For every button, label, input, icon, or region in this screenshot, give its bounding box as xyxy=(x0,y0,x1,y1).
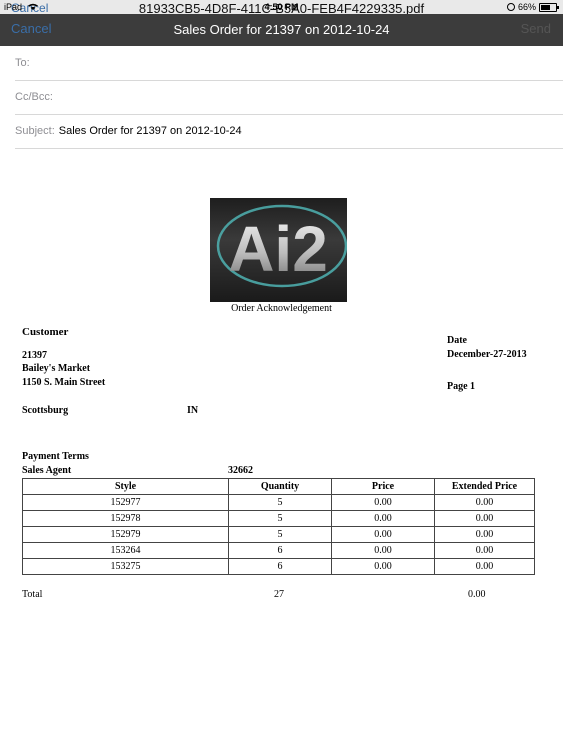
table-row: 153264 6 0.00 0.00 xyxy=(22,542,535,559)
cell-price: 0.00 xyxy=(331,526,435,543)
cell-price: 0.00 xyxy=(331,510,435,527)
cell-quantity: 5 xyxy=(228,526,332,543)
customer-city: Scottsburg xyxy=(22,405,69,416)
customer-id: 21397 xyxy=(22,350,47,361)
sales-agent-value: 32662 xyxy=(228,465,253,476)
cell-extended-price: 0.00 xyxy=(434,558,535,575)
battery-fill xyxy=(541,4,551,10)
battery-icon xyxy=(539,2,559,12)
cell-style: 152977 xyxy=(22,494,229,511)
cell-quantity: 5 xyxy=(228,510,332,527)
cell-price: 0.00 xyxy=(331,542,435,559)
customer-name: Bailey's Market xyxy=(22,363,91,374)
cell-style: 152978 xyxy=(22,510,229,527)
customer-state: IN xyxy=(187,405,199,416)
date-value: December-27-2013 xyxy=(447,349,527,360)
cell-quantity: 5 xyxy=(228,494,332,511)
cell-extended-price: 0.00 xyxy=(434,526,535,543)
customer-address: 1150 S. Main Street xyxy=(22,377,106,388)
total-price: 0.00 xyxy=(468,589,486,600)
table-header-row: Style Quantity Price Extended Price xyxy=(22,478,535,495)
cell-quantity: 6 xyxy=(228,542,332,559)
payment-terms-label: Payment Terms xyxy=(22,451,89,462)
document-heading: Order Acknowledgement xyxy=(231,303,332,314)
customer-label: Customer xyxy=(22,326,69,338)
cell-price: 0.00 xyxy=(331,558,435,575)
table-row: 152979 5 0.00 0.00 xyxy=(22,526,535,543)
header-extended-price: Extended Price xyxy=(434,478,535,495)
battery-percent: 66% xyxy=(517,2,536,12)
status-bar: iPad 4:50 PM 66% xyxy=(0,0,563,14)
table-row: 153275 6 0.00 0.00 xyxy=(22,558,535,575)
logo-graphic: Ai2 xyxy=(216,204,347,288)
header-price: Price xyxy=(331,478,435,495)
total-quantity: 27 xyxy=(274,589,284,600)
page-number: Page 1 xyxy=(447,381,476,392)
rotation-lock-icon xyxy=(506,3,515,11)
status-right: 66% xyxy=(506,0,559,14)
pdf-attachment: Ai2 Order Acknowledgement Customer 21397… xyxy=(0,0,563,750)
cell-quantity: 6 xyxy=(228,558,332,575)
cell-extended-price: 0.00 xyxy=(434,494,535,511)
header-quantity: Quantity xyxy=(228,478,332,495)
total-label: Total xyxy=(22,589,43,600)
cell-extended-price: 0.00 xyxy=(434,510,535,527)
cell-style: 153264 xyxy=(22,542,229,559)
header-style: Style xyxy=(22,478,229,495)
cell-extended-price: 0.00 xyxy=(434,542,535,559)
table-row: 152977 5 0.00 0.00 xyxy=(22,494,535,511)
table-row: 152978 5 0.00 0.00 xyxy=(22,510,535,527)
date-label: Date xyxy=(447,335,467,346)
cell-style: 153275 xyxy=(22,558,229,575)
status-time: 4:50 PM xyxy=(264,2,299,12)
cell-style: 152979 xyxy=(22,526,229,543)
sales-agent-label: Sales Agent xyxy=(22,465,72,476)
order-items-table: Style Quantity Price Extended Price 1529… xyxy=(22,478,535,575)
company-logo: Ai2 xyxy=(210,198,347,302)
logo-text: Ai2 xyxy=(228,213,328,285)
cell-price: 0.00 xyxy=(331,494,435,511)
